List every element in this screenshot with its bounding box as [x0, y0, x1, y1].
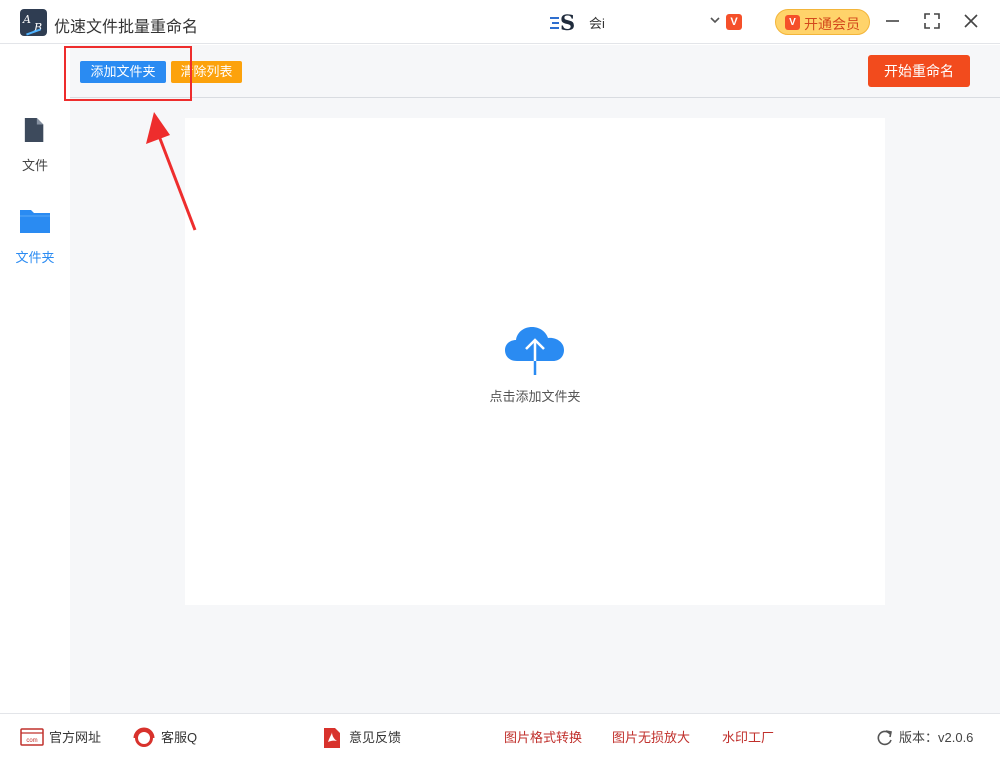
website-link[interactable]: 官方网址 — [49, 729, 101, 747]
customer-service-link[interactable]: 客服Q — [161, 729, 197, 747]
vip-badge-icon: V — [726, 14, 742, 30]
annotation-arrow-icon — [146, 112, 197, 231]
account-logo-icon[interactable]: S — [550, 10, 578, 35]
image-convert-link[interactable]: 图片格式转换 — [504, 729, 582, 747]
refresh-icon[interactable] — [876, 729, 894, 747]
open-vip-label: 开通会员 — [804, 16, 860, 32]
app-title: 优速文件批量重命名 — [54, 19, 199, 36]
title-bar: AB 优速文件批量重命名 S 会i V V 开通会员 — [0, 0, 1000, 44]
annotation-highlight-box — [64, 46, 192, 101]
sidebar-item-label: 文件夹 — [15, 250, 55, 265]
feedback-link[interactable]: 意见反馈 — [349, 729, 401, 747]
drop-zone-label: 点击添加文件夹 — [489, 389, 581, 404]
redacted-area — [198, 732, 290, 744]
close-icon[interactable] — [960, 10, 982, 32]
folder-icon — [20, 210, 50, 233]
account-name[interactable]: 会i — [589, 13, 605, 32]
website-icon: com — [20, 728, 44, 746]
open-vip-button[interactable]: V 开通会员 — [775, 9, 870, 35]
app-logo-icon: AB — [20, 9, 47, 36]
start-rename-button[interactable]: 开始重命名 — [868, 55, 970, 87]
watermark-factory-link[interactable]: 水印工厂 — [722, 729, 774, 747]
maximize-icon[interactable] — [921, 10, 943, 32]
file-icon — [24, 118, 44, 142]
drop-zone[interactable]: 点击添加文件夹 — [185, 118, 885, 605]
vip-icon: V — [785, 15, 800, 30]
svg-text:com: com — [26, 738, 37, 744]
sidebar-item-label: 文件 — [21, 158, 48, 173]
main-area: 点击添加文件夹 — [70, 98, 1000, 713]
customer-service-icon — [133, 727, 155, 747]
toolbar: 添加文件夹 清除列表 开始重命名 — [70, 45, 1000, 98]
sidebar: 文件 文件夹 — [0, 45, 70, 713]
footer: com 官方网址 客服Q 意见反馈 图片格式转换 图片无损放大 水印工厂 版本：… — [0, 713, 1000, 760]
chevron-down-icon[interactable] — [708, 13, 722, 27]
cloud-upload-icon — [505, 327, 564, 375]
sidebar-item-folder[interactable]: 文件夹 — [0, 207, 70, 277]
sidebar-item-file[interactable]: 文件 — [0, 115, 70, 185]
image-upscale-link[interactable]: 图片无损放大 — [612, 729, 690, 747]
version-label: 版本：v2.0.6 — [899, 730, 974, 745]
feedback-icon — [324, 728, 340, 748]
minimize-icon[interactable] — [882, 10, 904, 32]
